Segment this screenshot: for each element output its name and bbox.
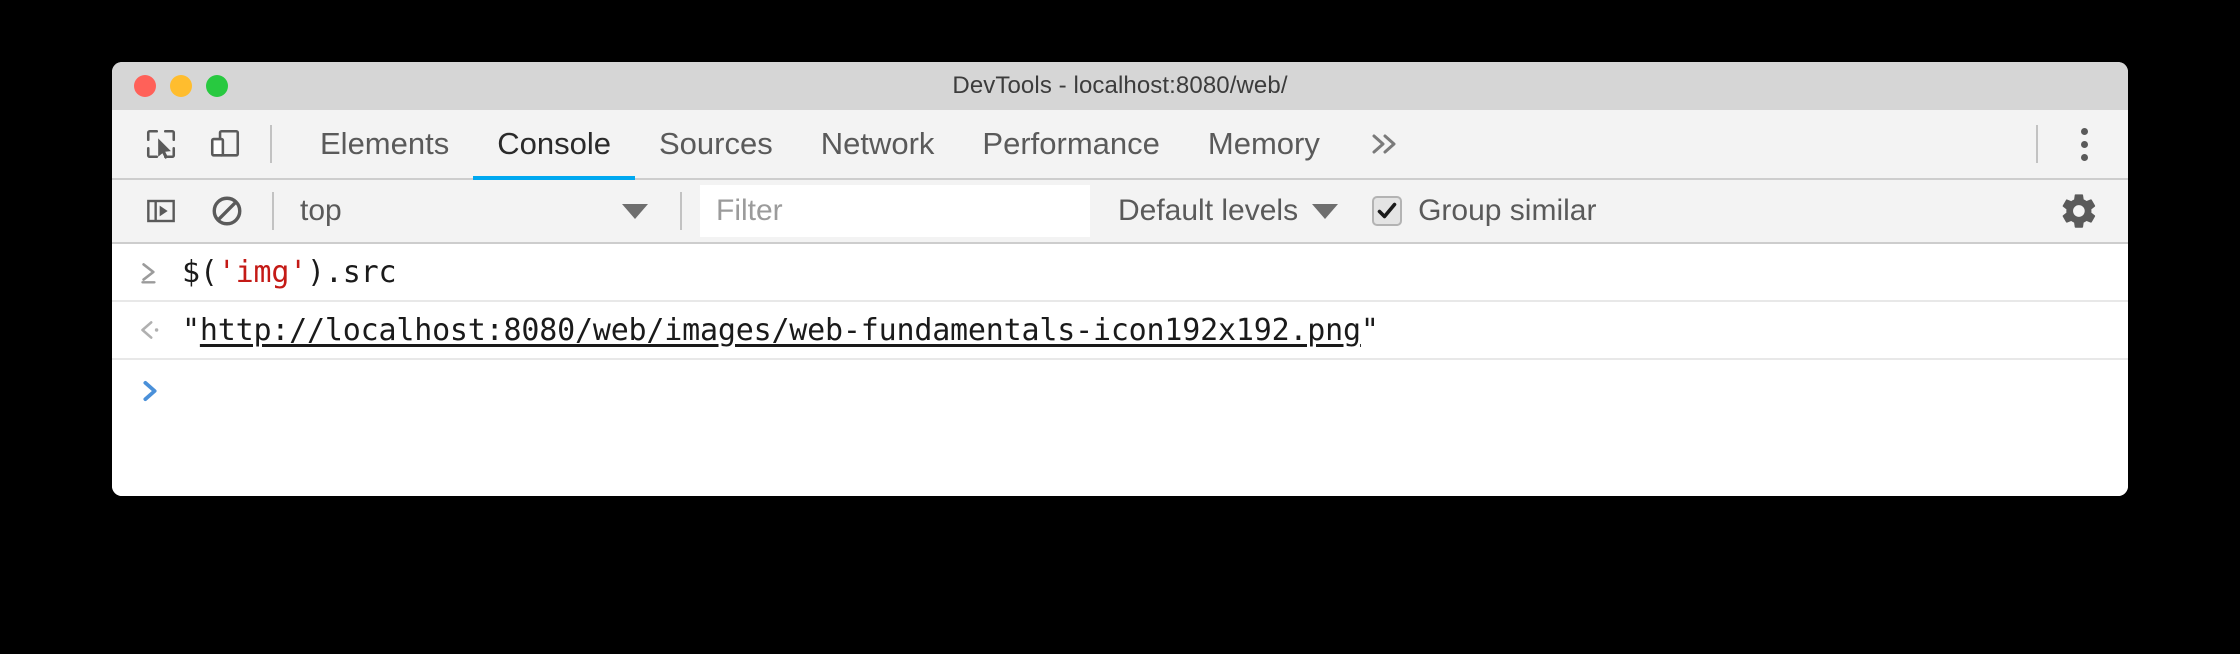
tab-network[interactable]: Network: [797, 110, 959, 178]
execution-context-selector[interactable]: top: [292, 189, 662, 233]
log-levels-selector[interactable]: Default levels: [1118, 194, 1339, 228]
window-title: DevTools - localhost:8080/web/: [952, 72, 1288, 99]
group-similar-checkbox[interactable]: [1372, 196, 1403, 226]
output-result-icon: [136, 317, 182, 343]
tab-memory[interactable]: Memory: [1184, 110, 1344, 178]
result-url-link[interactable]: http://localhost:8080/web/images/web-fun…: [200, 313, 1361, 348]
console-result-value: "http://localhost:8080/web/images/web-fu…: [182, 313, 1379, 348]
code-string-literal: 'img': [217, 254, 308, 290]
devtools-window: DevTools - localhost:8080/web/ Elements …: [112, 62, 2128, 496]
console-result-row[interactable]: "http://localhost:8080/web/images/web-fu…: [112, 302, 2128, 360]
panel-tabs: Elements Console Sources Network Perform…: [296, 110, 1344, 180]
title-bar: DevTools - localhost:8080/web/: [112, 62, 2128, 110]
tab-sources[interactable]: Sources: [635, 110, 797, 178]
tab-memory-label: Memory: [1207, 126, 1320, 161]
kebab-dot: [2080, 153, 2088, 161]
device-toolbar-icon[interactable]: [198, 117, 252, 171]
chevron-down-icon: [1312, 203, 1339, 219]
quote-close: ": [1360, 312, 1379, 348]
tab-performance[interactable]: Performance: [958, 110, 1183, 178]
filter-divider: [680, 192, 682, 230]
console-toolbar-divider: [272, 192, 274, 230]
filter-input[interactable]: [700, 185, 1090, 237]
kebab-dot: [2080, 127, 2088, 135]
tabbar-right-divider: [2036, 125, 2038, 163]
gear-icon[interactable]: [2052, 184, 2106, 238]
tab-network-label: Network: [820, 126, 935, 161]
inspect-element-icon[interactable]: [134, 117, 188, 171]
more-options-icon[interactable]: [2056, 116, 2112, 172]
maximize-window-button[interactable]: [206, 75, 228, 97]
console-prompt-row[interactable]: [112, 360, 2128, 422]
tab-elements-label: Elements: [320, 126, 450, 161]
more-tabs-chevron-icon[interactable]: [1344, 129, 1424, 159]
tabbar-right-controls: [2018, 110, 2128, 178]
tab-sources-label: Sources: [658, 126, 773, 161]
code-prefix: $(: [182, 254, 218, 290]
minimize-window-button[interactable]: [170, 75, 192, 97]
console-input-expression: $('img').src: [182, 254, 397, 290]
code-suffix: ).src: [307, 254, 397, 290]
quote-open: ": [182, 312, 200, 348]
kebab-dot: [2080, 140, 2088, 148]
main-tabbar: Elements Console Sources Network Perform…: [112, 110, 2128, 180]
traffic-lights: [134, 75, 228, 97]
toolbar-divider: [270, 125, 272, 163]
console-output: $('img').src "http://localhost:8080/web/…: [112, 244, 2128, 496]
log-levels-value: Default levels: [1118, 194, 1299, 227]
tab-console-label: Console: [497, 126, 611, 161]
console-toolbar: top Default levels Group similar: [112, 180, 2128, 244]
prompt-chevron-icon: [136, 377, 182, 405]
chevron-down-icon: [622, 203, 648, 219]
close-window-button[interactable]: [134, 75, 156, 97]
tab-console[interactable]: Console: [473, 110, 635, 180]
group-similar-toggle[interactable]: Group similar: [1372, 194, 1596, 228]
execution-context-value: top: [300, 194, 342, 227]
console-input-row[interactable]: $('img').src: [112, 244, 2128, 302]
tab-elements[interactable]: Elements: [296, 110, 473, 178]
group-similar-label: Group similar: [1418, 194, 1597, 227]
console-sidebar-icon[interactable]: [134, 184, 188, 238]
tab-performance-label: Performance: [982, 126, 1160, 161]
clear-console-icon[interactable]: [200, 184, 254, 238]
input-prompt-icon: [136, 259, 182, 285]
